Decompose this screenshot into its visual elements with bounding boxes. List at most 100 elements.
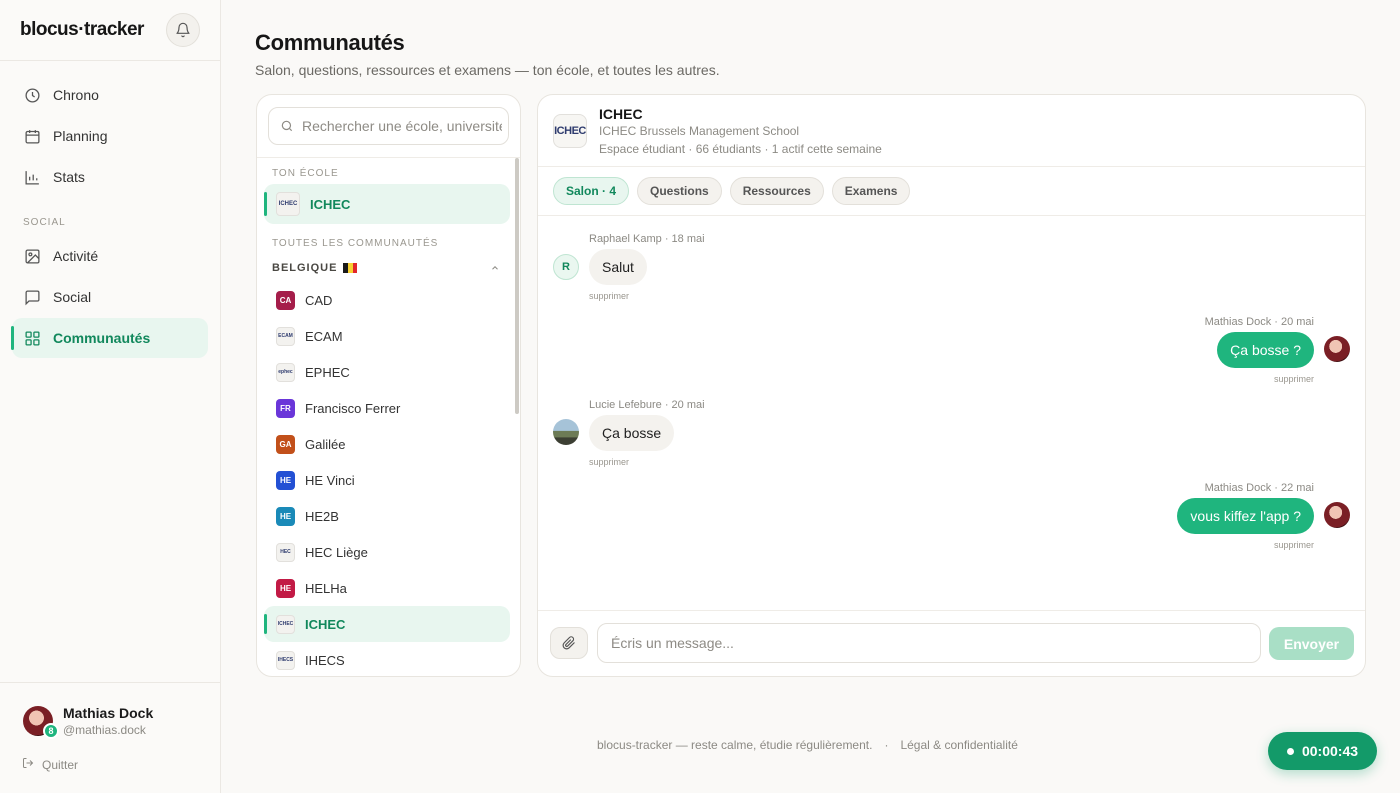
school-name: IHECS bbox=[305, 652, 345, 668]
school-logo: ECAM bbox=[276, 326, 295, 346]
my-school-item[interactable]: ICHEC ICHEC bbox=[264, 184, 510, 224]
school-logo: HE bbox=[276, 506, 295, 526]
nav-item-activite[interactable]: Activité bbox=[12, 236, 208, 276]
school-item[interactable]: HEC HEC Liège bbox=[264, 534, 510, 570]
chat-bubble-icon bbox=[23, 288, 41, 306]
author-avatar[interactable] bbox=[553, 419, 579, 445]
search-wrap bbox=[257, 95, 520, 158]
school-item[interactable]: GA Galilée bbox=[264, 426, 510, 462]
delete-message-link[interactable]: supprimer bbox=[589, 291, 629, 301]
chat-header-text: ICHEC ICHEC Brussels Management School E… bbox=[599, 106, 882, 156]
nav-item-social[interactable]: Social bbox=[12, 277, 208, 317]
main-nav: Chrono Planning Stats SOCIAL Activité So… bbox=[0, 61, 220, 358]
nav-item-chrono[interactable]: Chrono bbox=[12, 75, 208, 115]
chat-header: ICHEC ICHEC ICHEC Brussels Management Sc… bbox=[538, 95, 1365, 167]
delete-message-link[interactable]: supprimer bbox=[1274, 374, 1314, 384]
bell-icon bbox=[176, 22, 190, 38]
school-item[interactable]: ephec EPHEC bbox=[264, 354, 510, 390]
tab-examens[interactable]: Examens bbox=[831, 177, 911, 205]
message-meta: Raphael Kamp · 18 mai bbox=[589, 233, 705, 245]
country-group-header[interactable]: BELGIQUE bbox=[257, 254, 520, 282]
school-name: ICHEC bbox=[305, 616, 346, 632]
message-meta: Mathias Dock · 22 mai bbox=[1204, 482, 1314, 494]
school-name: Galilée bbox=[305, 436, 346, 452]
timer-button[interactable]: 00:00:43 bbox=[1268, 732, 1377, 770]
profile-card: 8 Mathias Dock @mathias.dock Quitter bbox=[0, 682, 220, 793]
nav-item-label: Communautés bbox=[53, 330, 151, 346]
footer-tagline: blocus-tracker — reste calme, étudie rég… bbox=[597, 738, 873, 752]
school-name: CAD bbox=[305, 292, 333, 308]
school-logo: HE bbox=[276, 470, 295, 490]
school-item[interactable]: ECAM ECAM bbox=[264, 318, 510, 354]
school-name: Francisco Ferrer bbox=[305, 400, 401, 416]
school-logo: IHECS bbox=[276, 650, 295, 670]
school-logo: HE bbox=[276, 578, 295, 598]
search-box[interactable] bbox=[268, 107, 509, 145]
chevron-up-icon bbox=[492, 266, 498, 270]
delete-message-link[interactable]: supprimer bbox=[1274, 540, 1314, 550]
chat-school-name: ICHEC bbox=[599, 105, 643, 122]
message-input[interactable] bbox=[597, 623, 1261, 663]
country-name-wrap: BELGIQUE bbox=[272, 262, 358, 274]
nav-item-planning[interactable]: Planning bbox=[12, 116, 208, 156]
messages-list[interactable]: Raphael Kamp · 18 mai R Salut supprimer … bbox=[538, 216, 1365, 612]
school-item[interactable]: HE HE Vinci bbox=[264, 462, 510, 498]
belgium-flag-icon bbox=[343, 263, 358, 274]
message-meta: Mathias Dock · 20 mai bbox=[1204, 316, 1314, 328]
tab-questions[interactable]: Questions bbox=[637, 177, 722, 205]
school-name: ECAM bbox=[305, 328, 343, 344]
school-name: HE Vinci bbox=[305, 472, 355, 488]
author-avatar[interactable] bbox=[1324, 502, 1350, 528]
nav-item-label: Activité bbox=[53, 248, 99, 264]
message-bubble: Salut bbox=[589, 249, 647, 285]
school-item[interactable]: HE HELHa bbox=[264, 570, 510, 606]
list-scrollbar[interactable] bbox=[515, 158, 519, 414]
school-item[interactable]: FR Francisco Ferrer bbox=[264, 390, 510, 426]
avatar: 8 bbox=[23, 706, 59, 739]
all-communities-label: TOUTES LES COMMUNAUTÉS bbox=[272, 238, 439, 249]
footer: blocus-tracker — reste calme, étudie rég… bbox=[597, 738, 1018, 752]
communities-list[interactable]: TON ÉCOLE ICHEC ICHEC TOUTES LES COMMUNA… bbox=[257, 158, 520, 676]
clock-icon bbox=[23, 86, 41, 104]
legal-link[interactable]: Légal & confidentialité bbox=[900, 738, 1017, 752]
school-logo: CA bbox=[276, 290, 295, 310]
profile-row[interactable]: 8 Mathias Dock @mathias.dock bbox=[23, 705, 220, 739]
school-item[interactable]: HE HE2B bbox=[264, 498, 510, 534]
school-item[interactable]: CA CAD bbox=[264, 282, 510, 318]
nav-item-communautes[interactable]: Communautés bbox=[11, 318, 208, 358]
tab-salon[interactable]: Salon · 4 bbox=[553, 177, 630, 205]
nav-item-stats[interactable]: Stats bbox=[12, 157, 208, 197]
image-icon bbox=[23, 247, 41, 265]
school-logo: ICHEC bbox=[276, 192, 300, 216]
school-logo: ICHEC bbox=[553, 113, 587, 148]
send-button[interactable]: Envoyer bbox=[1269, 627, 1354, 660]
profile-handle: @mathias.dock bbox=[63, 723, 146, 737]
recording-dot-icon bbox=[1286, 747, 1294, 755]
school-name: HELHa bbox=[305, 580, 347, 596]
school-item[interactable]: IHECS IHECS bbox=[264, 642, 510, 676]
footer-separator: · bbox=[884, 738, 889, 752]
school-name: ICHEC bbox=[310, 196, 351, 212]
quit-button[interactable]: Quitter bbox=[22, 757, 220, 772]
school-name: HEC Liège bbox=[305, 544, 368, 560]
profile-text: Mathias Dock @mathias.dock bbox=[63, 705, 153, 737]
nav-item-label: Chrono bbox=[53, 87, 99, 103]
chat-tabs: Salon · 4 Questions Ressources Examens bbox=[538, 167, 1365, 216]
school-item[interactable]: ICHEC ICHEC bbox=[264, 606, 510, 642]
chat-school-meta: Espace étudiant · 66 étudiants · 1 actif… bbox=[599, 141, 882, 156]
sidebar: blocus·tracker Chrono Planning Stats SOC… bbox=[0, 0, 221, 793]
attach-button[interactable] bbox=[550, 627, 588, 659]
communities-panel: TON ÉCOLE ICHEC ICHEC TOUTES LES COMMUNA… bbox=[256, 94, 521, 677]
profile-name: Mathias Dock bbox=[63, 705, 154, 721]
search-input[interactable] bbox=[302, 118, 502, 134]
nav-section-social: SOCIAL bbox=[23, 217, 66, 228]
author-avatar[interactable] bbox=[1324, 336, 1350, 362]
message-meta: Lucie Lefebure · 20 mai bbox=[589, 399, 705, 411]
paperclip-icon bbox=[562, 636, 575, 650]
author-avatar[interactable]: R bbox=[553, 254, 579, 280]
tab-ressources[interactable]: Ressources bbox=[729, 177, 824, 205]
notifications-button[interactable] bbox=[166, 13, 200, 47]
brand-logo[interactable]: blocus·tracker bbox=[20, 19, 144, 41]
delete-message-link[interactable]: supprimer bbox=[589, 457, 629, 467]
message-bubble: vous kiffez l'app ? bbox=[1177, 498, 1314, 534]
